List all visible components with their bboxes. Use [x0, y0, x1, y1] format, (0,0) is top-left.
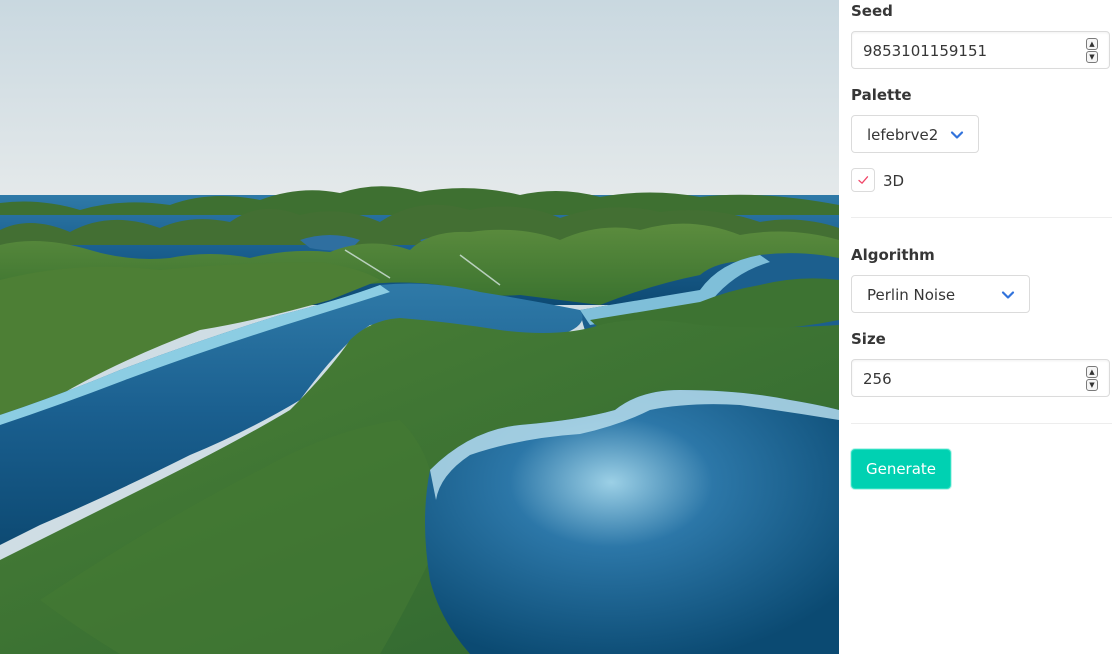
seed-input[interactable]: 9853101159151 ▲ ▼	[851, 31, 1110, 69]
terrain-render[interactable]	[0, 0, 839, 654]
checkmark-icon	[858, 176, 869, 184]
chevron-down-icon	[1001, 291, 1015, 299]
size-input[interactable]: 256 ▲ ▼	[851, 359, 1110, 397]
size-label: Size	[851, 330, 886, 348]
control-panel: Seed 9853101159151 ▲ ▼ Palette lefebrve2…	[839, 0, 1116, 654]
spinner-down-icon[interactable]: ▼	[1086, 51, 1098, 63]
algorithm-selected-value: Perlin Noise	[867, 286, 956, 304]
palette-selected-value: lefebrve2	[867, 126, 939, 144]
algorithm-label: Algorithm	[851, 246, 935, 264]
seed-spinner[interactable]: ▲ ▼	[1086, 38, 1098, 63]
chevron-down-icon	[950, 131, 964, 139]
3d-checkbox-label: 3D	[883, 172, 905, 190]
spinner-up-icon[interactable]: ▲	[1086, 38, 1098, 50]
palette-select[interactable]: lefebrve2	[851, 115, 979, 153]
generate-button[interactable]: Generate	[851, 449, 951, 489]
size-value: 256	[863, 370, 892, 388]
palette-label: Palette	[851, 86, 912, 104]
size-spinner[interactable]: ▲ ▼	[1086, 366, 1098, 391]
divider	[851, 423, 1112, 424]
algorithm-select[interactable]: Perlin Noise	[851, 275, 1030, 313]
spinner-down-icon[interactable]: ▼	[1086, 379, 1098, 391]
terrain-3d-viewport[interactable]	[0, 0, 839, 654]
seed-value: 9853101159151	[863, 42, 988, 60]
spinner-up-icon[interactable]: ▲	[1086, 366, 1098, 378]
seed-label: Seed	[851, 2, 893, 20]
3d-checkbox[interactable]	[851, 168, 875, 192]
divider	[851, 217, 1112, 218]
